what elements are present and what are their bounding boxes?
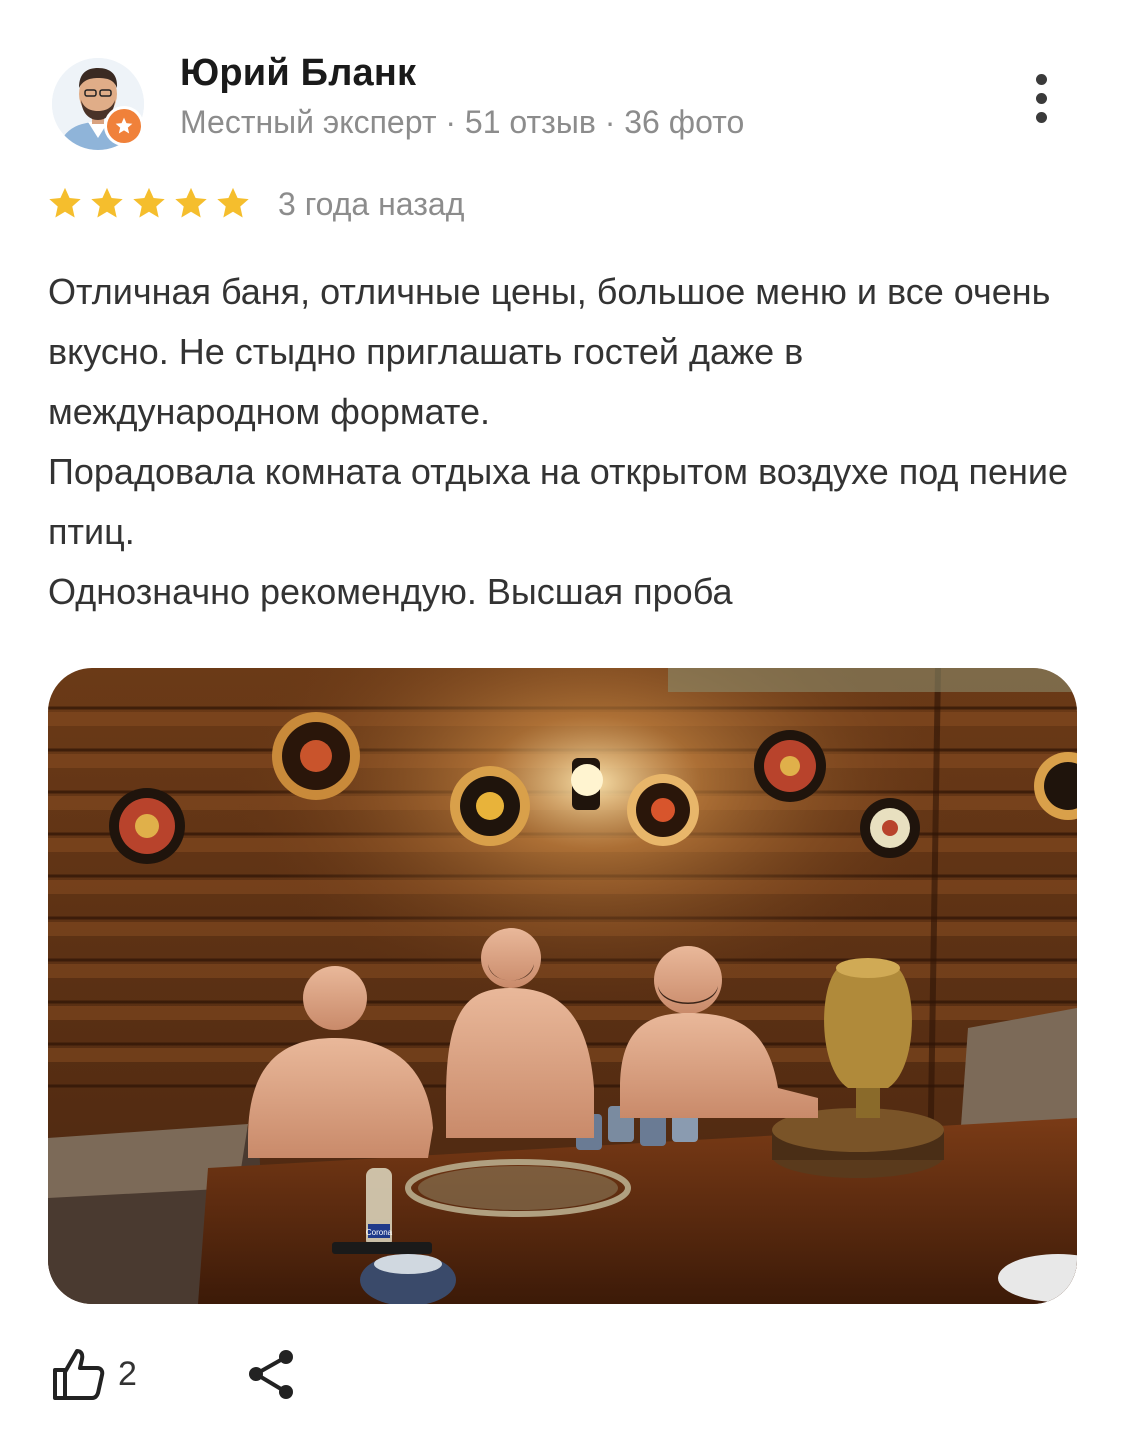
more-vertical-icon (1035, 73, 1047, 85)
author-name[interactable]: Юрий Бланк (180, 52, 416, 95)
star-badge-icon (107, 109, 141, 143)
review-paragraph: Отличная баня, отличные цены, большое ме… (48, 271, 1051, 432)
rating-row: 3 года назад (46, 180, 464, 228)
star-icon (214, 185, 252, 223)
more-options-button[interactable] (1018, 66, 1064, 130)
author-meta: Местный эксперт · 51 отзыв · 36 фото (180, 104, 745, 140)
review-text: Отличная баня, отличные цены, большое ме… (48, 262, 1078, 622)
sauna-photo-image: Corona (48, 668, 1077, 1304)
review-paragraph: Порадовала комната отдыха на открытом во… (48, 451, 1068, 552)
star-icon (46, 185, 84, 223)
review-header: Юрий Бланк Местный эксперт · 51 отзыв · … (0, 0, 1125, 160)
review-photo[interactable]: Corona (48, 668, 1077, 1304)
expert-badge (104, 106, 144, 146)
thumbs-up-icon (53, 1349, 105, 1400)
star-icon (130, 185, 168, 223)
like-button[interactable]: 2 (50, 1344, 137, 1404)
review-actions: 2 (0, 1340, 1125, 1416)
bottle-label: Corona (366, 1228, 393, 1237)
star-icon (88, 185, 126, 223)
share-button[interactable] (244, 1346, 300, 1402)
review-date: 3 года назад (278, 185, 465, 222)
share-icon (249, 1350, 293, 1399)
star-icon (172, 185, 210, 223)
star-rating (46, 185, 252, 223)
like-count: 2 (118, 1354, 137, 1393)
review-paragraph: Однозначно рекомендую. Высшая проба (48, 571, 733, 612)
